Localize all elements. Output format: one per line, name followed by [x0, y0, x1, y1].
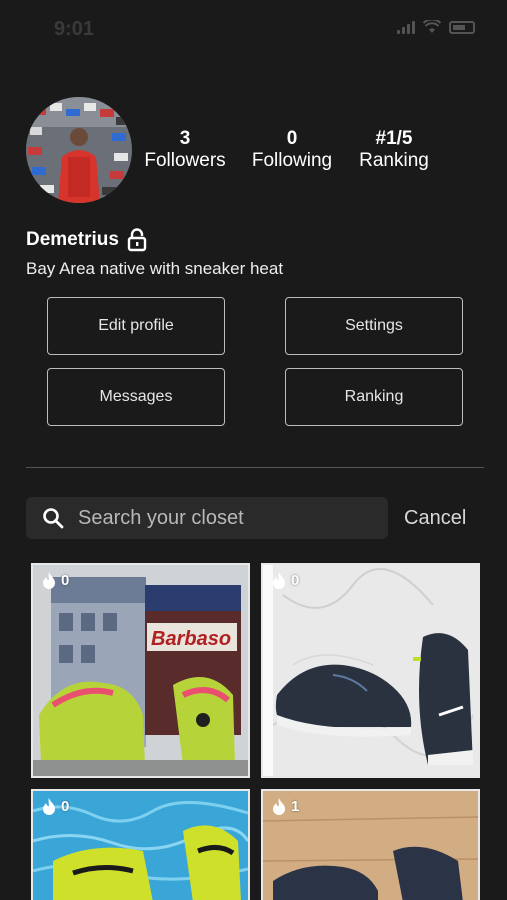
followers-count: 3: [179, 128, 191, 149]
tile-likes-count: 0: [291, 571, 300, 589]
ranking-value: #1/5: [375, 128, 413, 149]
messages-button[interactable]: Messages: [47, 368, 225, 426]
tile-likes-badge: 1: [271, 797, 299, 815]
sneaker-photo: [263, 565, 478, 776]
edit-profile-button[interactable]: Edit profile: [47, 297, 225, 355]
followers-stat[interactable]: 3 Followers: [140, 128, 230, 172]
closet-item[interactable]: 0: [31, 789, 250, 900]
profile-bio: Bay Area native with sneaker heat: [26, 259, 284, 278]
settings-button[interactable]: Settings: [285, 297, 463, 355]
status-icons: [397, 20, 475, 34]
ranking-label: Ranking: [359, 150, 429, 171]
battery-icon: [449, 20, 475, 34]
ranking-button[interactable]: Ranking: [285, 368, 463, 426]
avatar[interactable]: [26, 97, 132, 203]
lock-icon: [127, 228, 147, 252]
cellular-signal-icon: [397, 20, 415, 34]
tile-likes-badge: 0: [41, 797, 69, 815]
status-bar: 9:01: [0, 0, 507, 56]
tile-likes-badge: 0: [41, 571, 69, 589]
closet-item[interactable]: 1: [261, 789, 480, 900]
tile-likes-count: 0: [61, 797, 70, 815]
cancel-button[interactable]: Cancel: [404, 507, 466, 530]
tile-likes-count: 0: [61, 571, 70, 589]
following-label: Following: [251, 150, 333, 171]
search-icon: [43, 508, 64, 529]
profile-name: Demetrius: [26, 229, 119, 250]
flame-icon: [43, 798, 55, 815]
flame-icon: [43, 572, 55, 589]
search-input[interactable]: [78, 506, 368, 530]
followers-label: Followers: [144, 150, 226, 171]
profile-stats: 3 Followers 0 Following #1/5 Ranking: [140, 128, 440, 178]
following-stat[interactable]: 0 Following: [247, 128, 337, 172]
tile-likes-badge: 0: [271, 571, 299, 589]
flame-icon: [273, 572, 285, 589]
svg-text:Barbaso: Barbaso: [151, 628, 231, 650]
status-time: 9:01: [54, 18, 95, 40]
section-divider: [26, 467, 484, 468]
profile-name-row: Demetrius: [26, 228, 147, 252]
tile-likes-count: 1: [291, 797, 300, 815]
following-count: 0: [286, 128, 298, 149]
flame-icon: [273, 798, 285, 815]
search-bar[interactable]: [26, 497, 388, 539]
closet-item[interactable]: Barbaso 0: [31, 563, 250, 778]
closet-item[interactable]: 0: [261, 563, 480, 778]
wifi-icon: [423, 20, 441, 33]
ranking-stat[interactable]: #1/5 Ranking: [352, 128, 436, 172]
sneaker-photo: Barbaso: [33, 565, 248, 776]
